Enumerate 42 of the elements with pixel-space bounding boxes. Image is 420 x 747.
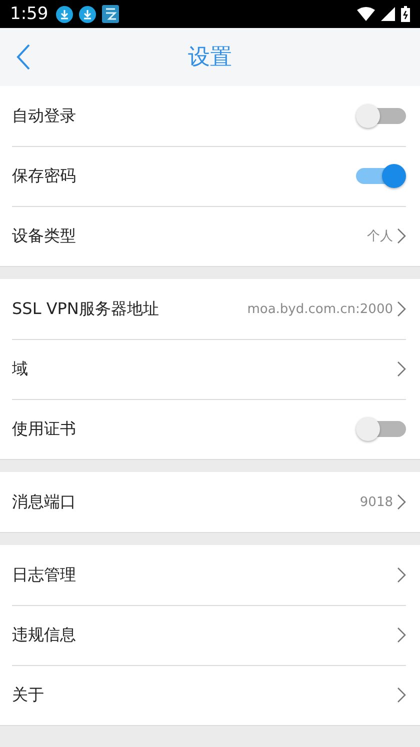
settings-row[interactable]: 设备类型 个人	[0, 206, 420, 266]
signal-icon	[381, 7, 395, 21]
chevron-icon	[397, 627, 406, 643]
chevron-icon	[397, 228, 406, 244]
download-icon	[79, 6, 96, 22]
chevron-icon	[397, 494, 406, 510]
chevron-icon	[397, 301, 406, 317]
chevron-icon	[397, 361, 406, 377]
back-button[interactable]	[14, 44, 32, 72]
row-label: 违规信息	[12, 624, 76, 646]
settings-row[interactable]: SSL VPN服务器地址 moa.byd.com.cn:2000	[0, 279, 420, 339]
row-label: 日志管理	[12, 564, 76, 586]
settings-row[interactable]: 违规信息	[0, 605, 420, 665]
battery-icon	[401, 6, 410, 22]
row-label: 保存密码	[12, 166, 76, 186]
settings-row[interactable]: 保存密码	[0, 146, 420, 206]
settings-row[interactable]: 使用证书	[0, 399, 420, 459]
page-title: 设置	[188, 44, 232, 72]
settings-row[interactable]: 关于	[0, 665, 420, 725]
row-label: 域	[12, 358, 28, 380]
toggle-switch[interactable]	[356, 103, 406, 129]
row-label: 使用证书	[12, 418, 76, 440]
settings-row[interactable]: 自动登录	[0, 86, 420, 146]
row-value: moa.byd.com.cn:2000	[247, 302, 393, 316]
chevron-icon	[397, 687, 406, 703]
row-label: SSL VPN服务器地址	[12, 298, 159, 320]
settings-row[interactable]: 日志管理	[0, 545, 420, 605]
row-label: 设备类型	[12, 226, 76, 246]
app-icon	[102, 5, 120, 23]
row-value: 个人	[367, 228, 393, 245]
row-value: 9018	[360, 494, 393, 510]
row-label: 自动登录	[12, 106, 76, 126]
settings-row[interactable]: 域	[0, 339, 420, 399]
toggle-switch[interactable]	[356, 416, 406, 442]
download-icon	[56, 6, 74, 22]
toggle-switch[interactable]	[356, 163, 406, 189]
row-label: 关于	[12, 684, 44, 706]
wifi-icon	[357, 7, 375, 21]
status-time: 1:59	[10, 4, 48, 24]
row-label: 消息端口	[12, 492, 76, 512]
settings-row[interactable]: 消息端口 9018	[0, 472, 420, 532]
chevron-icon	[397, 567, 406, 583]
